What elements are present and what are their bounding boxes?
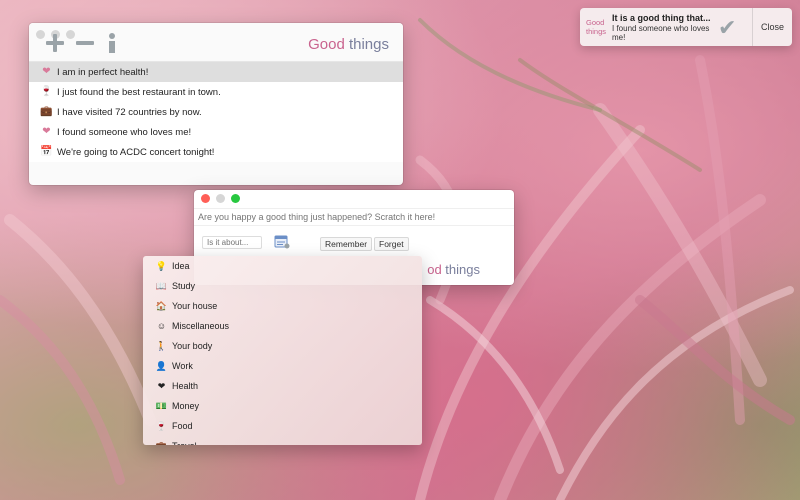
suitcase-icon: 💼 [40,106,53,117]
heart-icon: ❤ [42,126,51,137]
main-window: Good things ❤ I am in perfect health! 🍷 I j… [29,23,403,185]
app-brand-title: Good things [308,36,389,53]
category-item[interactable]: 🍷 Food [143,416,422,436]
category-label: Your body [172,341,213,351]
entry-row[interactable]: 💼 I have visited 72 countries by now. [29,102,403,122]
brand-things-text: things [344,36,389,53]
checkmark-icon: ✔ [718,15,737,40]
category-label: Study [172,281,196,291]
category-label: Health [172,381,199,391]
category-item[interactable]: ☺ Miscellaneous [143,316,422,336]
category-item[interactable]: 🚶 Your body [143,336,422,356]
category-list: 💡 Idea 📖 Study 🏠 Your house ☺ Miscellaneous 🚶 You… [143,256,422,445]
category-item[interactable]: 👤 Work [143,356,422,376]
category-picker-icon[interactable] [274,235,290,249]
calendar-icon: 📅 [40,146,53,157]
heart-icon: ❤ [157,380,166,391]
category-item[interactable]: 📖 Study [143,276,422,296]
entry-text: I have visited 72 countries by now. [57,106,202,118]
smiley-icon: ☺ [156,320,167,331]
category-label: Your house [172,301,218,311]
notification-banner[interactable]: Good things It is a good thing that... I… [580,8,792,46]
good-thing-input[interactable] [194,208,514,226]
house-icon: 🏠 [155,300,168,311]
category-item[interactable]: 🏠 Your house [143,296,422,316]
category-item[interactable]: ❤ Health [143,376,422,396]
lightbulb-icon: 💡 [155,260,168,271]
category-item[interactable]: 💼 Travel [143,436,422,445]
toolbar [45,33,119,53]
money-icon: 💵 [155,400,168,411]
category-label: Idea [172,261,190,271]
close-window-button[interactable] [201,194,210,203]
remove-icon[interactable] [75,33,95,53]
entry-row[interactable]: 📅 We're going to ACDC concert tonight! [29,142,403,162]
category-label: Food [172,421,193,431]
info-icon[interactable] [105,33,119,53]
forget-button[interactable]: Forget [374,237,409,251]
entries-list: ❤ I am in perfect health! 🍷 I just found th… [29,62,403,162]
travel-icon: 💼 [156,441,167,445]
notification-title: It is a good thing that... [612,13,711,23]
minimize-window-button[interactable] [216,194,225,203]
heart-icon: ❤ [42,66,51,77]
category-label: Travel [172,441,197,445]
app-brand-title: od things [427,262,480,277]
entry-text: We're going to ACDC concert tonight! [57,146,215,158]
window-controls [201,194,240,203]
entry-text: I just found the best restaurant in town… [57,86,221,98]
notification-close-button[interactable]: Close [753,8,792,46]
category-label: Work [172,361,193,371]
entry-text: I found someone who loves me! [57,126,192,138]
category-label: Miscellaneous [172,321,230,331]
remember-button[interactable]: Remember [320,237,373,251]
category-search-input[interactable] [202,236,262,249]
entry-text: I am in perfect health! [57,66,149,78]
wine-glass-icon: 🍷 [40,86,53,97]
brand-things-text: things [441,262,480,277]
entry-row[interactable]: 🍷 I just found the best restaurant in tow… [29,82,403,102]
entry-row[interactable]: ❤ I found someone who loves me! [29,122,403,142]
app-icon-line2: things [586,27,607,36]
food-icon: 🍷 [155,420,168,431]
app-icon-line1: Good [586,18,605,27]
category-dropdown: 💡 Idea 📖 Study 🏠 Your house ☺ Miscellaneous 🚶 You… [143,256,422,445]
close-window-button[interactable] [36,30,45,39]
notification-body: I found someone who loves me! [612,24,710,42]
category-item[interactable]: 💵 Money [143,396,422,416]
category-item[interactable]: 💡 Idea [143,256,422,276]
entry-row[interactable]: ❤ I am in perfect health! [29,62,403,82]
add-icon[interactable] [45,33,65,53]
brand-good-text: Good [308,36,345,53]
category-label: Money [172,401,200,411]
app-icon: Good things [586,18,606,36]
book-icon: 📖 [155,280,168,291]
worker-icon: 👤 [155,360,168,371]
zoom-window-button[interactable] [231,194,240,203]
body-icon: 🚶 [155,340,168,351]
brand-good-text: od [427,262,442,277]
main-window-titlebar: Good things [29,23,403,62]
